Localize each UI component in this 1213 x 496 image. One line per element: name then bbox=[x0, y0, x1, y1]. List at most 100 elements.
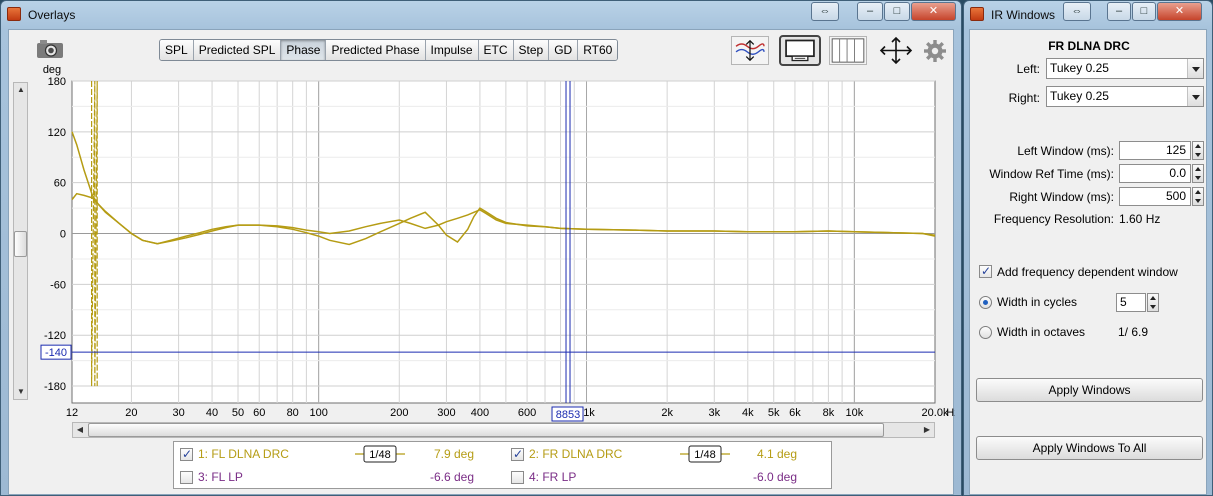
smoothing-indicator-2[interactable]: 1/48 bbox=[679, 445, 731, 463]
smoothing-text-2: 1/48 bbox=[694, 449, 715, 461]
x-tick-label: 4k bbox=[742, 407, 754, 419]
legend-label-4[interactable]: 4: FR LP bbox=[529, 470, 576, 484]
x-tick-label: 300 bbox=[437, 407, 455, 419]
horizontal-scroll-thumb[interactable] bbox=[88, 423, 884, 437]
scroll-up-arrow-icon[interactable]: ▲ bbox=[14, 83, 28, 97]
x-tick-label: 20 bbox=[125, 407, 137, 419]
vertical-scrollbar[interactable]: ▲ ▼ bbox=[13, 82, 28, 400]
right-taper-value: Tukey 0.25 bbox=[1050, 89, 1109, 103]
right-taper-label: Right: bbox=[1008, 91, 1040, 105]
y-axis-label: deg bbox=[43, 64, 61, 76]
legend-label-2[interactable]: 2: FR DLNA DRC bbox=[529, 447, 622, 461]
cursor-x-readout: 8853 bbox=[556, 409, 580, 421]
ref-time-spinner[interactable] bbox=[1192, 164, 1204, 183]
freq-resolution-value: 1.60 Hz bbox=[1119, 212, 1161, 226]
overlays-titlebar[interactable]: Overlays ⇔ – □ ✕ bbox=[1, 1, 961, 29]
legend-checkbox-2[interactable] bbox=[511, 447, 524, 461]
overlays-minimize-button[interactable]: – bbox=[857, 2, 883, 21]
ir-maximize-button[interactable]: □ bbox=[1132, 2, 1156, 21]
left-window-label: Left Window (ms): bbox=[1017, 144, 1114, 158]
x-tick-label: 6k bbox=[789, 407, 801, 419]
y-tick-label: -180 bbox=[44, 381, 66, 393]
x-tick-label: 600 bbox=[518, 407, 536, 419]
ir-minimize-button[interactable]: – bbox=[1107, 2, 1131, 21]
width-octaves-label[interactable]: Width in octaves bbox=[997, 325, 1085, 339]
cursor-y-readout: -140 bbox=[45, 347, 67, 359]
ref-time-field[interactable]: 0.0 bbox=[1119, 164, 1191, 183]
left-taper-select[interactable]: Tukey 0.25 bbox=[1046, 58, 1204, 79]
width-cycles-radio[interactable] bbox=[979, 296, 992, 309]
overlay-legend: 1: FL DLNA DRC 1/48 7.9 deg 2: FR DLNA D… bbox=[173, 441, 832, 489]
x-tick-label: 80 bbox=[287, 407, 299, 419]
overlays-title: Overlays bbox=[28, 8, 76, 22]
scroll-down-arrow-icon[interactable]: ▼ bbox=[14, 385, 28, 399]
y-tick-label: 120 bbox=[48, 127, 66, 139]
ir-windows-titlebar[interactable]: IR Windows ⇔ – □ ✕ bbox=[964, 1, 1212, 29]
overlays-resize-button[interactable]: ⇔ bbox=[811, 2, 839, 21]
fdw-checkbox[interactable] bbox=[979, 264, 992, 278]
x-tick-label: 60 bbox=[253, 407, 265, 419]
x-tick-label: 200 bbox=[390, 407, 408, 419]
vertical-scroll-thumb[interactable] bbox=[14, 231, 27, 257]
left-taper-value: Tukey 0.25 bbox=[1050, 61, 1109, 75]
legend-value-2: 4.1 deg bbox=[756, 447, 797, 461]
legend-label-3[interactable]: 3: FL LP bbox=[198, 470, 243, 484]
x-tick-label: 40 bbox=[206, 407, 218, 419]
overlays-maximize-button[interactable]: □ bbox=[884, 2, 910, 21]
measurement-name: FR DLNA DRC bbox=[1048, 39, 1130, 53]
apply-windows-button[interactable]: Apply Windows bbox=[976, 378, 1203, 402]
cycles-field[interactable]: 5 bbox=[1116, 293, 1146, 312]
scroll-right-arrow-icon[interactable]: ▶ bbox=[920, 423, 934, 437]
cycles-spinner[interactable] bbox=[1147, 293, 1159, 312]
x-tick-label: 10k bbox=[845, 407, 863, 419]
left-window-spinner[interactable] bbox=[1192, 141, 1204, 160]
width-cycles-label[interactable]: Width in cycles bbox=[997, 295, 1077, 309]
smoothing-indicator-1[interactable]: 1/48 bbox=[354, 445, 406, 463]
right-window-spinner[interactable] bbox=[1192, 187, 1204, 206]
left-taper-label: Left: bbox=[1016, 62, 1040, 76]
ir-resize-button[interactable]: ⇔ bbox=[1063, 2, 1091, 21]
legend-value-4: -6.0 deg bbox=[752, 470, 797, 484]
legend-checkbox-1[interactable] bbox=[180, 447, 193, 461]
x-tick-label: 2k bbox=[661, 407, 673, 419]
ir-close-button[interactable]: ✕ bbox=[1157, 2, 1202, 21]
y-tick-label: 0 bbox=[60, 229, 66, 241]
fdw-label[interactable]: Add frequency dependent window bbox=[997, 265, 1178, 279]
legend-checkbox-3[interactable] bbox=[180, 471, 193, 484]
x-tick-label: 3k bbox=[708, 407, 720, 419]
x-axis-unit-label: Hz bbox=[946, 407, 955, 419]
right-window-label: Right Window (ms): bbox=[1009, 190, 1114, 204]
scroll-left-arrow-icon[interactable]: ◀ bbox=[73, 423, 87, 437]
y-tick-label: -60 bbox=[50, 279, 66, 291]
x-tick-label: 1k bbox=[583, 407, 595, 419]
right-window-field[interactable]: 500 bbox=[1119, 187, 1191, 206]
horizontal-scrollbar[interactable]: ◀ ▶ bbox=[72, 422, 935, 438]
y-tick-label: -120 bbox=[44, 330, 66, 342]
x-tick-label: 12 bbox=[66, 407, 78, 419]
x-tick-label: 30 bbox=[172, 407, 184, 419]
x-tick-label: 100 bbox=[309, 407, 327, 419]
overlays-window: Overlays ⇔ – □ ✕ SPL Predicted SPL Phase… bbox=[0, 0, 962, 496]
overlays-close-button[interactable]: ✕ bbox=[911, 2, 956, 21]
legend-value-1: 7.9 deg bbox=[433, 447, 474, 461]
legend-label-1[interactable]: 1: FL DLNA DRC bbox=[198, 447, 289, 461]
freq-resolution-label: Frequency Resolution: bbox=[993, 212, 1114, 226]
ref-time-label: Window Ref Time (ms): bbox=[989, 167, 1114, 181]
apply-windows-to-all-button[interactable]: Apply Windows To All bbox=[976, 436, 1203, 460]
ir-windows-client: FR DLNA DRC Left: Tukey 0.25 Right: Tuke… bbox=[969, 29, 1207, 495]
x-tick-label: 8k bbox=[823, 407, 835, 419]
left-window-field[interactable]: 125 bbox=[1119, 141, 1191, 160]
x-tick-label: 20.0k bbox=[922, 407, 949, 419]
left-taper-chevron-down-icon[interactable] bbox=[1187, 59, 1203, 78]
legend-value-3: -6.6 deg bbox=[429, 470, 474, 484]
right-taper-chevron-down-icon[interactable] bbox=[1187, 87, 1203, 106]
plot-area[interactable] bbox=[71, 80, 936, 404]
legend-checkbox-4[interactable] bbox=[511, 471, 524, 484]
rew-app-icon bbox=[970, 7, 984, 21]
x-tick-label: 400 bbox=[471, 407, 489, 419]
phase-chart[interactable]: 180120600-60-120-180deg12 20 30 40 50 60 80 100… bbox=[9, 30, 955, 422]
width-octaves-radio[interactable] bbox=[979, 326, 992, 339]
right-taper-select[interactable]: Tukey 0.25 bbox=[1046, 86, 1204, 107]
ir-windows-title: IR Windows bbox=[991, 8, 1056, 22]
y-tick-label: 180 bbox=[48, 76, 66, 88]
